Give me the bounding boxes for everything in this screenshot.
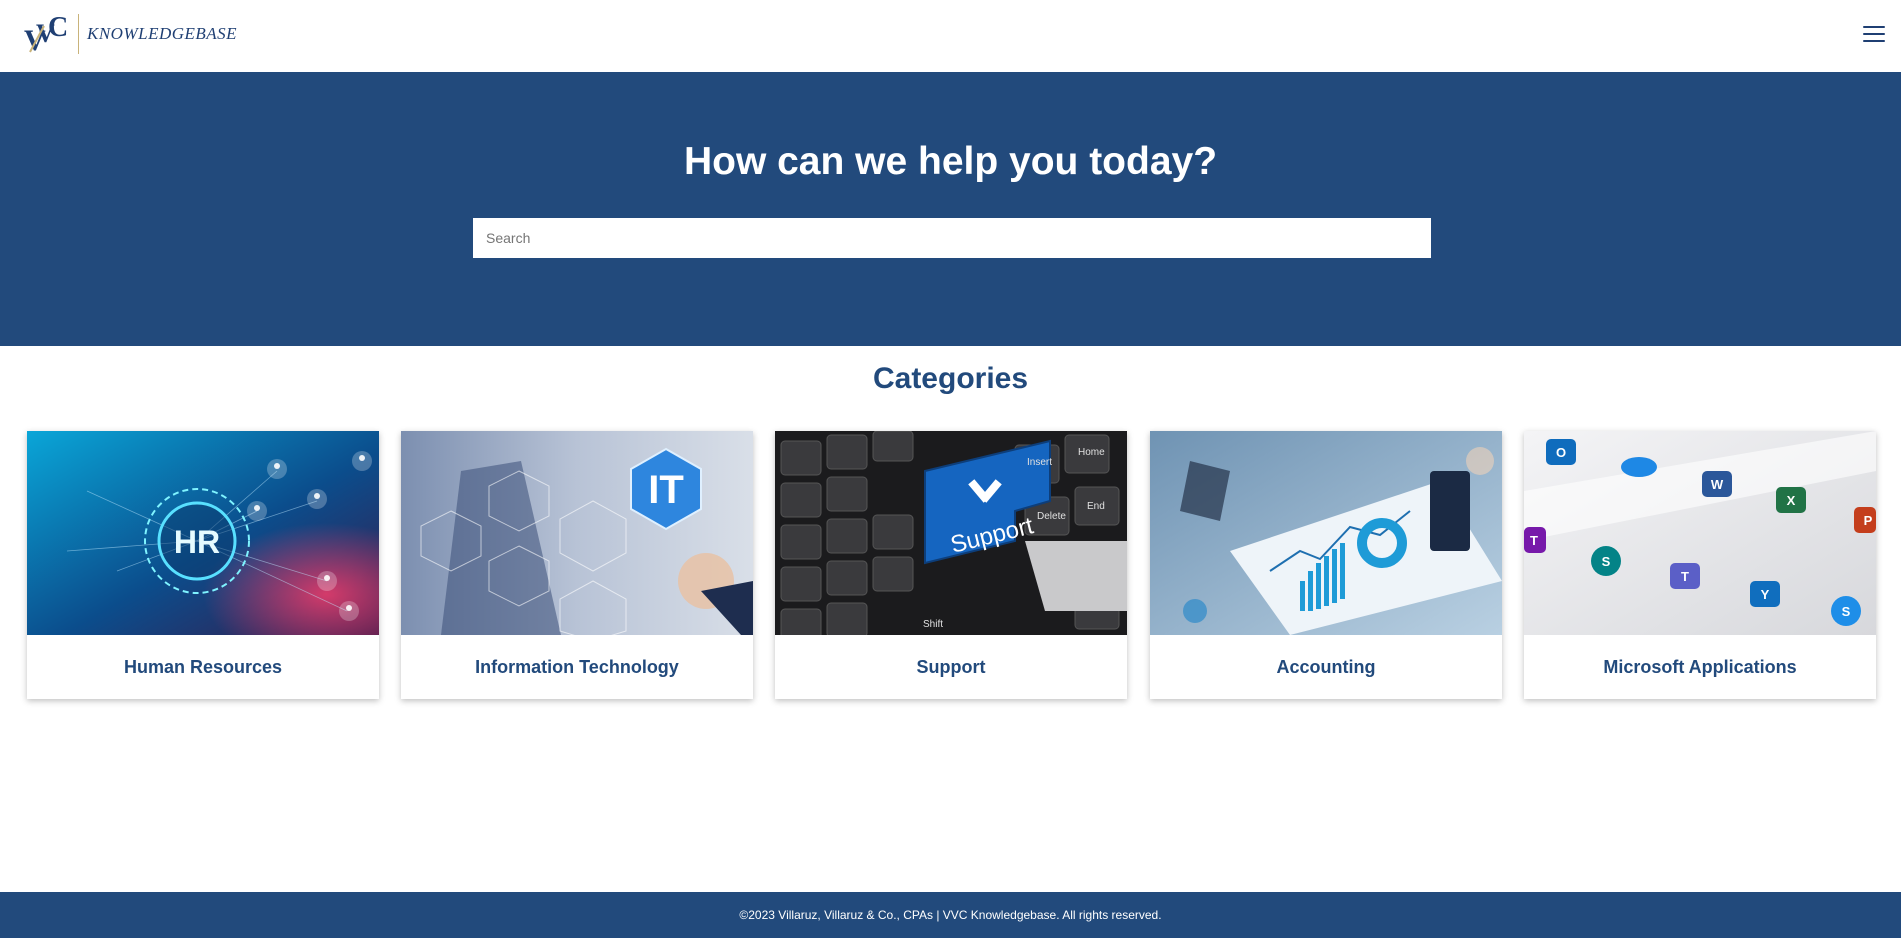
category-card-information-technology[interactable]: IT Information Technology xyxy=(401,431,753,699)
vvc-logo[interactable]: V V C KNOWLEDGEBASE xyxy=(22,12,237,56)
svg-text:W: W xyxy=(1711,477,1724,492)
category-cards: HR Human Resources IT Information Techno… xyxy=(27,431,1877,699)
logo-text: KNOWLEDGEBASE xyxy=(87,24,238,43)
category-label: Microsoft Applications xyxy=(1603,656,1797,677)
hero-banner: How can we help you today? xyxy=(0,72,1901,346)
category-label: Human Resources xyxy=(123,656,283,677)
svg-text:S: S xyxy=(1842,604,1851,619)
categories-heading: Categories xyxy=(872,362,1029,395)
svg-text:T: T xyxy=(1681,569,1689,584)
svg-text:Delete: Delete xyxy=(1037,511,1066,522)
category-card-accounting[interactable]: Accounting xyxy=(1150,431,1502,699)
category-card-human-resources[interactable]: HR Human Resources xyxy=(27,431,379,699)
footer-copyright: ©2023 Villaruz, Villaruz & Co., CPAs | V… xyxy=(739,908,1162,922)
hamburger-menu-icon[interactable] xyxy=(1863,24,1887,44)
microsoft-apps-image: O W X P T S T Y S xyxy=(1524,431,1876,635)
svg-text:Home: Home xyxy=(1078,447,1105,458)
category-card-support[interactable]: Support Insert Home Delete End Shift Sup… xyxy=(775,431,1127,699)
hero-title: How can we help you today? xyxy=(683,140,1218,183)
svg-text:X: X xyxy=(1787,493,1796,508)
hr-network-image: HR xyxy=(27,431,379,635)
category-label: Information Technology xyxy=(475,656,679,677)
svg-text:O: O xyxy=(1556,445,1566,460)
category-card-microsoft-applications[interactable]: O W X P T S T Y S Microsoft Applications xyxy=(1524,431,1876,699)
svg-text:End: End xyxy=(1087,501,1105,512)
svg-text:P: P xyxy=(1864,513,1873,528)
svg-text:T: T xyxy=(1530,533,1538,548)
it-hexagon-image: IT xyxy=(401,431,753,635)
svg-text:Y: Y xyxy=(1761,587,1770,602)
svg-text:HR: HR xyxy=(174,524,220,560)
accounting-charts-image xyxy=(1150,431,1502,635)
category-label: Support xyxy=(916,656,986,677)
vvc-logo-mark: V V C xyxy=(24,12,68,56)
search-input[interactable] xyxy=(473,218,1431,258)
svg-text:Insert: Insert xyxy=(1027,457,1052,468)
support-keyboard-image: Support Insert Home Delete End Shift xyxy=(775,431,1127,635)
svg-text:C: C xyxy=(48,12,68,43)
logo-divider xyxy=(78,14,79,54)
top-navbar: V V C KNOWLEDGEBASE xyxy=(0,0,1901,72)
svg-text:S: S xyxy=(1602,554,1611,569)
svg-text:IT: IT xyxy=(648,468,684,512)
category-label: Accounting xyxy=(1276,656,1376,677)
svg-text:Shift: Shift xyxy=(923,619,943,630)
page-footer: ©2023 Villaruz, Villaruz & Co., CPAs | V… xyxy=(0,892,1901,938)
